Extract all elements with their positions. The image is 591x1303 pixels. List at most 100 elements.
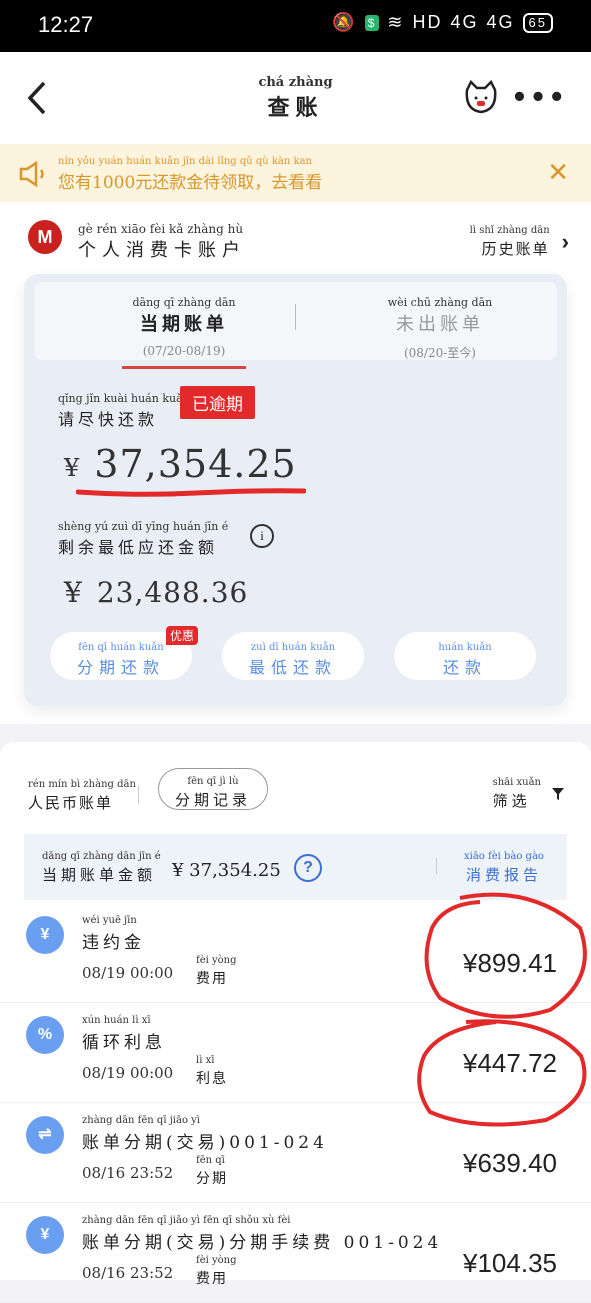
transaction-amount: ¥899.41 — [463, 948, 557, 978]
chevron-right-icon: › — [561, 228, 569, 254]
transaction-title: zhàng dān fēn qī jiāo yì 账单分期(交易)001-024 — [82, 1114, 328, 1153]
transaction-row[interactable]: ⇌ zhàng dān fēn qī jiāo yì 账单分期(交易)001-0… — [0, 1102, 591, 1203]
transaction-type: fēn qī 分期 — [196, 1154, 228, 1188]
transaction-date: 08/19 00:00 — [82, 1064, 174, 1082]
transaction-row[interactable]: ¥ wéi yuē jīn 违约金 08/19 00:00 fèi yòng 费… — [0, 902, 591, 1003]
tab-future-label: 未出账单 — [396, 314, 484, 335]
filter-button[interactable]: shāi xuǎn 筛选 — [493, 776, 565, 811]
transaction-type-pinyin: fēn qī — [196, 1155, 225, 1166]
tab-current-label: 当期账单 — [140, 314, 228, 335]
repay-reminder-text: 请尽快还款 — [58, 410, 159, 429]
transaction-amount: ¥447.72 — [463, 1048, 557, 1078]
installment-label: 分期还款 — [76, 658, 165, 677]
tab-unbilled[interactable]: wèi chū zhàng dān 未出账单 (08/20-至今) — [340, 296, 540, 361]
transaction-title-text: 账单分期(交易)001-024 — [82, 1133, 328, 1153]
cat-assistant-icon[interactable] — [463, 80, 499, 116]
bill-amount: ¥37,354.25 — [64, 442, 297, 486]
min-payment-amount: ¥23,488.36 — [64, 576, 248, 609]
red-underline-mark — [76, 488, 306, 497]
installment-repay-button[interactable]: fēn qī huán kuǎn 分期还款 优惠 — [50, 626, 198, 680]
account-row: M gè rén xiāo fèi kǎ zhàng hù 个人消费卡账户 lì… — [0, 202, 591, 274]
min-payment-value: 23,488.36 — [96, 576, 249, 609]
filter-icon — [552, 787, 564, 800]
transaction-type-text: 费用 — [196, 1271, 228, 1287]
page-title-text: 查账 — [267, 95, 324, 121]
info-icon[interactable]: i — [250, 524, 274, 548]
speaker-icon — [19, 160, 44, 188]
minimum-repay-button[interactable]: zuì dī huán kuǎn 最低还款 — [222, 632, 364, 680]
transaction-title-pinyin: zhàng dān fēn qī jiāo yì — [82, 1115, 200, 1126]
notice-message: 您有1000元还款金待领取，去看看 — [58, 173, 323, 193]
repay-reminder-pinyin: qǐng jǐn kuài huán kuǎn — [58, 392, 190, 405]
transaction-type: lì xī 利息 — [196, 1054, 228, 1088]
wifi-icon: ≋ — [387, 12, 405, 32]
report-pinyin: xiāo fèi bào gào — [464, 851, 544, 862]
transaction-title-pinyin: wéi yuē jīn — [82, 915, 137, 926]
consumption-report-link[interactable]: xiāo fèi bào gào 消费报告 — [464, 850, 544, 885]
tab-divider — [295, 304, 296, 330]
divider — [436, 858, 437, 874]
transaction-row[interactable]: % xún huán lì xī 循环利息 08/19 00:00 lì xī … — [0, 1002, 591, 1103]
yuan-icon: ¥ — [26, 1216, 64, 1254]
minimum-label: 最低还款 — [248, 658, 337, 677]
transaction-type-text: 分期 — [196, 1171, 228, 1187]
page-title-pinyin: chá zhàng — [258, 75, 333, 90]
summary-pinyin: dāng qī zhàng dān jīn é — [42, 851, 161, 862]
more-options-button[interactable]: ••• — [511, 85, 567, 111]
status-bar: 12:27 🔕 $ ≋ HD 4G 4G 65 — [0, 0, 591, 52]
tab-future-pinyin: wèi chū zhàng dān — [387, 296, 493, 309]
promo-notice-bar[interactable]: nín yǒu yuán huán kuǎn jīn dài lǐng qǔ q… — [0, 144, 591, 202]
bill-amount-value: 37,354.25 — [94, 442, 297, 486]
minimum-pinyin: zuì dī huán kuǎn — [250, 642, 336, 653]
min-payment-pinyin: shèng yú zuì dī yīng huán jīn é — [58, 520, 229, 533]
transaction-type-pinyin: lì xī — [196, 1055, 215, 1066]
promo-badge: 优惠 — [165, 626, 198, 645]
installment-record-button[interactable]: fēn qī jì lù 分期记录 — [158, 768, 268, 810]
page-title: chá zhàng 查账 — [0, 76, 591, 122]
transaction-title-text: 账单分期(交易)分期手续费 001-024 — [82, 1233, 443, 1253]
history-pinyin: lì shǐ zhàng dān — [469, 225, 550, 236]
bill-summary-bar: dāng qī zhàng dān jīn é 当期账单金额 ¥ 37,354.… — [24, 834, 567, 900]
repay-label: 还款 — [442, 658, 487, 677]
tab-current-range: (07/20-08/19) — [142, 344, 226, 358]
mute-icon: 🔕 — [332, 12, 357, 32]
currency-symbol: ¥ — [64, 576, 83, 609]
bill-details-section: rén mín bì zhàng dān 人民币账单 fēn qī jì lù … — [0, 742, 591, 1303]
status-time: 12:27 — [38, 12, 94, 37]
report-label: 消费报告 — [465, 866, 542, 884]
notice-text[interactable]: nín yǒu yuán huán kuǎn jīn dài lǐng qǔ q… — [58, 156, 322, 193]
tab-current-bill[interactable]: dāng qī zhàng dān 当期账单 (07/20-08/19) — [84, 296, 284, 369]
yuan-icon: ¥ — [26, 916, 64, 954]
network-label: HD — [412, 12, 443, 32]
transaction-type-text: 费用 — [196, 971, 228, 987]
bank-logo: M — [28, 220, 62, 254]
transaction-type: fèi yòng 费用 — [196, 954, 237, 988]
transaction-title: xún huán lì xī 循环利息 — [82, 1014, 166, 1053]
currency-symbol: ¥ — [64, 453, 81, 482]
history-bills-link[interactable]: lì shǐ zhàng dān 历史账单 › — [470, 224, 569, 259]
account-title: gè rén xiāo fèi kǎ zhàng hù 个人消费卡账户 — [78, 222, 246, 262]
close-icon[interactable]: ✕ — [547, 158, 569, 188]
tab-future-range: (08/20-至今) — [403, 346, 476, 360]
transaction-title: zhàng dān fēn qī jiāo yì fēn qī shǒu xù … — [82, 1214, 442, 1253]
transaction-row[interactable]: ¥ zhàng dān fēn qī jiāo yì fēn qī shǒu x… — [0, 1202, 591, 1303]
transaction-title-text: 违约金 — [82, 933, 145, 953]
battery-icon: 65 — [522, 12, 553, 33]
repay-reminder: qǐng jǐn kuài huán kuǎn 请尽快还款 — [58, 392, 190, 430]
percent-icon: % — [26, 1016, 64, 1054]
signal-icon-2: 4G — [486, 12, 515, 32]
transaction-title-pinyin: xún huán lì xī — [82, 1015, 151, 1026]
repay-pinyin: huán kuǎn — [438, 642, 492, 653]
filter-pinyin: shāi xuǎn — [492, 777, 541, 788]
transaction-type-pinyin: fèi yòng — [196, 955, 237, 966]
tab-current-pinyin: dāng qī zhàng dān — [132, 296, 236, 309]
nav-bar: chá zhàng 查账 ••• — [0, 52, 591, 144]
transaction-title-pinyin: zhàng dān fēn qī jiāo yì fēn qī shǒu xù … — [82, 1215, 291, 1226]
notice-pinyin: nín yǒu yuán huán kuǎn jīn dài lǐng qǔ q… — [58, 156, 312, 167]
shield-icon: $ — [364, 14, 380, 31]
help-icon[interactable]: ? — [294, 854, 322, 882]
repay-button[interactable]: huán kuǎn 还款 — [394, 632, 536, 680]
transaction-amount: ¥104.35 — [463, 1248, 557, 1278]
bill-card: dāng qī zhàng dān 当期账单 (07/20-08/19) wèi… — [24, 274, 567, 706]
overdue-badge: 已逾期 — [180, 386, 255, 419]
